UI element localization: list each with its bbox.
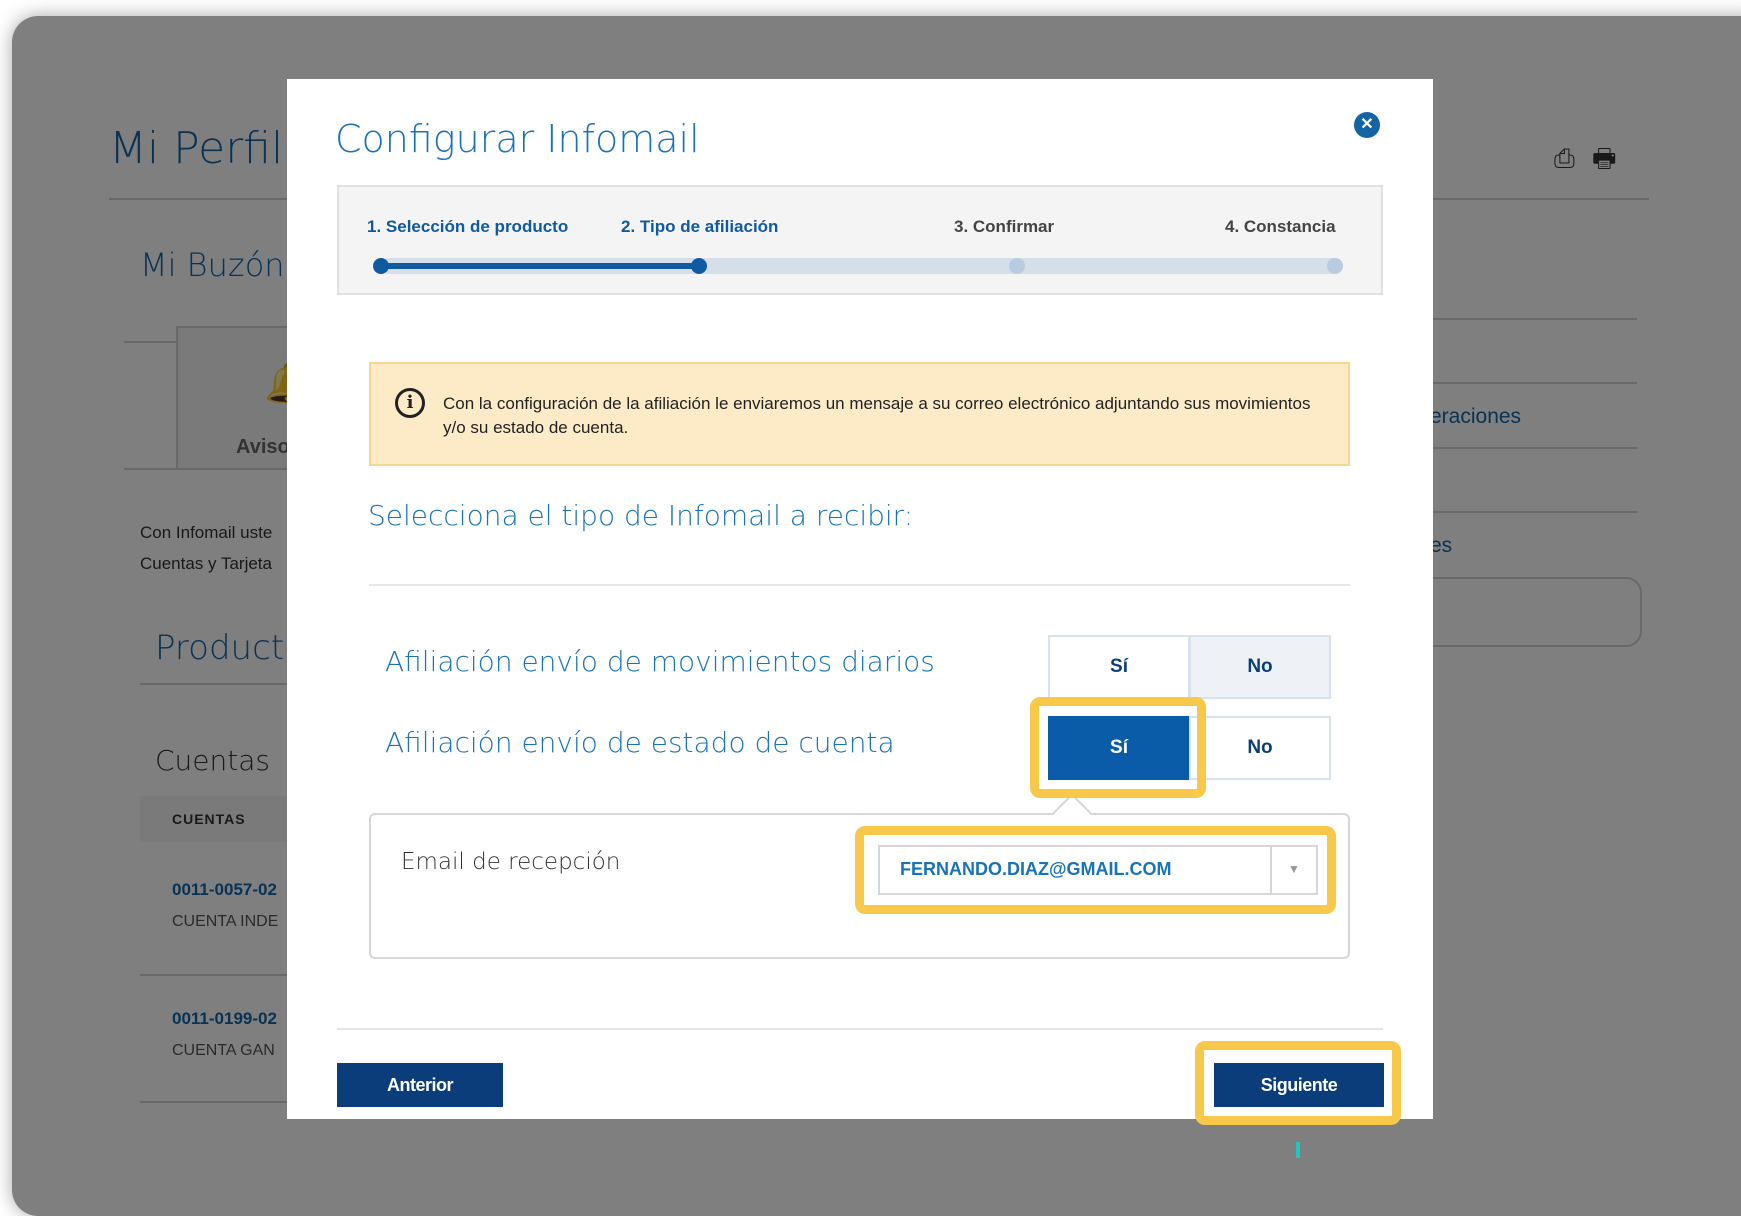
info-alert: i Con la configuración de la afiliación …	[369, 362, 1350, 466]
step-4-dot	[1327, 258, 1343, 274]
stepper-progress	[381, 263, 701, 269]
daily-movements-yes-button[interactable]: Sí	[1048, 635, 1190, 699]
info-icon: i	[395, 388, 425, 418]
step-2-dot	[691, 258, 707, 274]
divider	[337, 1028, 1383, 1030]
dialog-title: Configurar Infomail	[335, 117, 700, 161]
step-1-label: 1. Selección de producto	[367, 217, 569, 236]
step-4-label: 4. Constancia	[1225, 217, 1336, 236]
option-account-statement-label: Afiliación envío de estado de cuenta	[385, 726, 895, 759]
email-label: Email de recepción	[401, 849, 621, 875]
configure-infomail-dialog: Configurar Infomail ✕ 1. Selección de pr…	[287, 79, 1433, 1119]
step-3-dot	[1009, 258, 1025, 274]
alert-text: Con la configuración de la afiliación le…	[443, 394, 1311, 437]
highlight-yes-toggle	[1030, 697, 1206, 798]
daily-movements-no-button[interactable]: No	[1189, 635, 1331, 699]
account-statement-no-button[interactable]: No	[1189, 716, 1331, 780]
close-icon[interactable]: ✕	[1354, 112, 1380, 138]
step-1-dot	[373, 258, 389, 274]
divider	[369, 584, 1350, 586]
highlight-email-select	[855, 826, 1336, 914]
select-type-title: Selecciona el tipo de Infomail a recibir…	[368, 499, 914, 532]
stepper: 1. Selección de producto 2. Tipo de afil…	[337, 185, 1383, 295]
option-daily-movements-label: Afiliación envío de movimientos diarios	[385, 645, 935, 678]
highlight-next-button	[1195, 1041, 1401, 1125]
step-2-label: 2. Tipo de afiliación	[621, 217, 779, 236]
cursor-marker	[1296, 1142, 1300, 1158]
step-3-label: 3. Confirmar	[954, 217, 1055, 236]
previous-button[interactable]: Anterior	[337, 1063, 503, 1107]
